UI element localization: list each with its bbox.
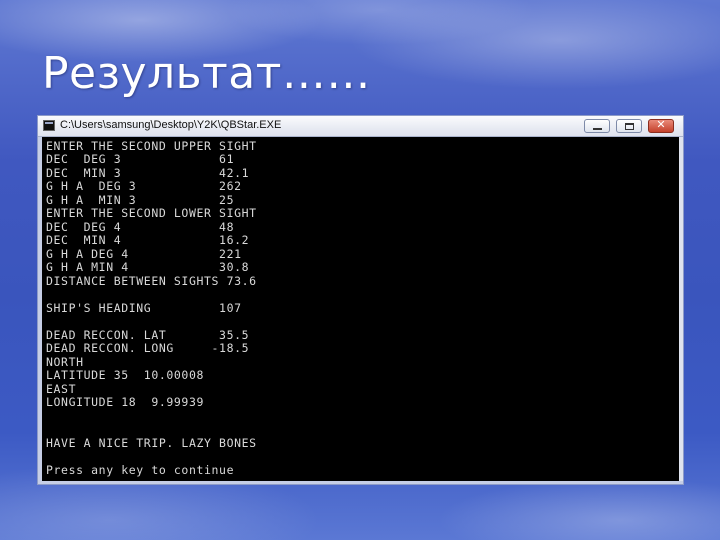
window-titlebar[interactable]: C:\Users\samsung\Desktop\Y2K\QBStar.EXE … xyxy=(38,116,683,137)
minimize-button[interactable] xyxy=(584,119,610,133)
console-line: DISTANCE BETWEEN SIGHTS 73.6 xyxy=(46,274,257,288)
maximize-icon xyxy=(625,123,634,130)
console-line: ENTER THE SECOND LOWER SIGHT xyxy=(46,206,257,220)
console-line: DEC MIN 4 16.2 xyxy=(46,233,250,247)
console-line: HAVE A NICE TRIP. LAZY BONES xyxy=(46,436,257,450)
close-button[interactable]: ✕ xyxy=(648,118,674,133)
console-line: G H A MIN 4 30.8 xyxy=(46,260,250,274)
maximize-button[interactable] xyxy=(616,119,642,133)
console-line: SHIP'S HEADING 107 xyxy=(46,301,242,315)
console-line: DEC DEG 3 61 xyxy=(46,152,235,166)
console-line: DEAD RECCON. LONG -18.5 xyxy=(46,341,250,355)
console-output[interactable]: ENTER THE SECOND UPPER SIGHT DEC DEG 3 6… xyxy=(42,137,679,481)
console-window: C:\Users\samsung\Desktop\Y2K\QBStar.EXE … xyxy=(37,115,684,485)
close-icon: ✕ xyxy=(656,118,666,131)
window-title: C:\Users\samsung\Desktop\Y2K\QBStar.EXE xyxy=(60,119,282,131)
vertical-scrollbar[interactable] xyxy=(679,137,683,481)
console-line: G H A DEG 3 262 xyxy=(46,179,242,193)
console-line: Press any key to continue xyxy=(46,463,235,477)
minimize-icon xyxy=(593,128,602,130)
slide-title: Результат…… xyxy=(42,48,371,99)
console-line: LATITUDE 35 10.00008 xyxy=(46,368,204,382)
console-app-icon[interactable] xyxy=(43,120,55,131)
console-line: LONGITUDE 18 9.99939 xyxy=(46,395,204,409)
